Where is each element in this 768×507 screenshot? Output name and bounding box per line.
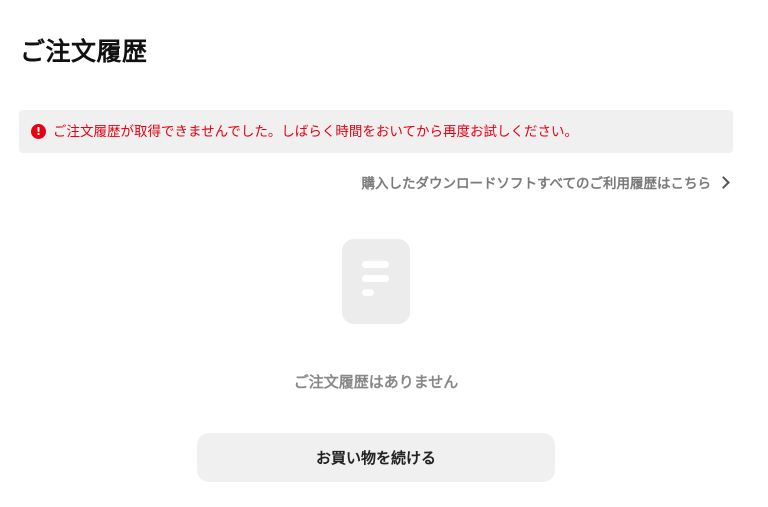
document-icon-line: [362, 261, 389, 268]
document-icon: [342, 239, 410, 324]
error-banner: ! ご注文履歴が取得できませんでした。しばらく時間をおいてから再度お試しください…: [19, 110, 733, 153]
document-icon-line: [362, 289, 374, 296]
chevron-right-icon: [717, 175, 730, 189]
download-history-link[interactable]: 購入したダウンロードソフトすべてのご利用履歴はこちら: [361, 172, 730, 192]
exclamation-circle-icon: !: [31, 124, 46, 139]
page-title: ご注文履歴: [20, 37, 148, 66]
download-history-link-label: 購入したダウンロードソフトすべてのご利用履歴はこちら: [361, 176, 711, 192]
empty-state-message: ご注文履歴はありません: [293, 373, 459, 391]
document-icon-line: [362, 275, 389, 282]
error-message: ご注文履歴が取得できませんでした。しばらく時間をおいてから再度お試しください。: [53, 123, 579, 140]
continue-shopping-button[interactable]: お買い物を続ける: [197, 433, 555, 482]
